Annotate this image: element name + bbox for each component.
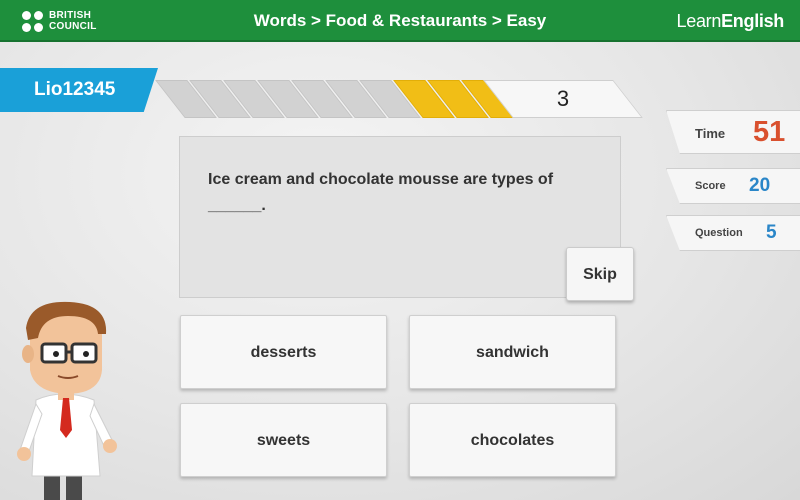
skip-button[interactable]: Skip	[566, 247, 634, 301]
question-number-label: Question	[695, 227, 743, 239]
question-number-value: 5	[766, 222, 777, 243]
learnenglish-logo: LearnEnglish	[676, 11, 785, 32]
user-banner: Lio12345	[0, 68, 158, 112]
logo-english: English	[721, 11, 784, 31]
logo-learn: Learn	[676, 11, 722, 31]
time-tab: Time 51	[666, 110, 800, 154]
answer-button-sandwich[interactable]: sandwich	[409, 315, 616, 389]
time-value: 51	[753, 116, 786, 148]
question-number-tab: Question 5	[666, 215, 800, 251]
question-panel: Ice cream and chocolate mousse are types…	[179, 136, 621, 298]
score-label: Score	[695, 180, 726, 192]
progress-bar: 3	[155, 80, 643, 118]
question-blank: ______.	[208, 197, 266, 214]
answer-button-chocolates[interactable]: chocolates	[409, 403, 616, 477]
username: Lio12345	[34, 79, 116, 100]
teacher-character	[17, 301, 117, 500]
time-label: Time	[695, 126, 726, 141]
header-bar: BRITISH COUNCIL Words > Food & Restauran…	[0, 0, 800, 42]
score-value: 20	[749, 175, 771, 196]
question-text: Ice cream and chocolate mousse are types…	[208, 167, 588, 219]
answer-button-desserts[interactable]: desserts	[180, 315, 387, 389]
score-tab: Score 20	[666, 168, 800, 204]
answer-button-sweets[interactable]: sweets	[180, 403, 387, 477]
progress-counter: 3	[556, 86, 570, 111]
question-prompt: Ice cream and chocolate mousse are types…	[208, 171, 554, 188]
